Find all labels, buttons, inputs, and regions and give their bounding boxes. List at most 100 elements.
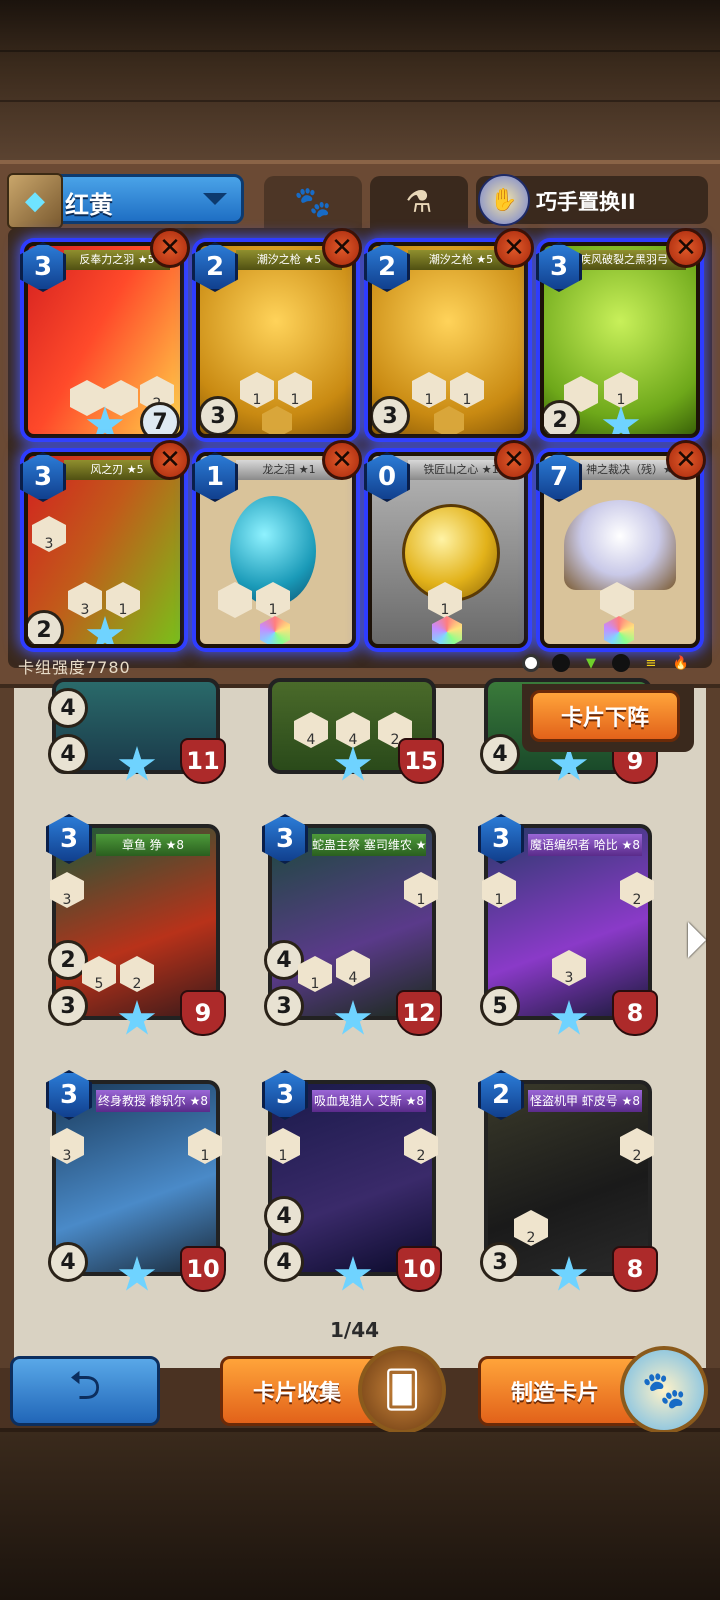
attack-value: 3	[60, 993, 76, 1019]
card-title: 章鱼 狰 ★8	[96, 834, 210, 856]
bottom-wood-frame	[0, 1432, 720, 1600]
chevron-down-icon	[203, 193, 227, 205]
remove-card-button[interactable]: ✕	[322, 440, 362, 480]
stat-value: 1	[494, 892, 504, 908]
stat-value: 1	[424, 392, 434, 408]
remove-card-button[interactable]: ✕	[494, 440, 534, 480]
health-value: 10	[402, 1255, 436, 1283]
close-icon: ✕	[503, 445, 525, 475]
cost-value: 1	[205, 462, 225, 492]
card-pack-icon[interactable]: 🂠	[358, 1346, 446, 1434]
nature-filter-icon[interactable]: ▼	[582, 654, 600, 672]
stat-value: 1	[616, 392, 626, 408]
stat-value: 1	[200, 1148, 210, 1164]
dice-value: 2	[60, 947, 76, 973]
dark-filter-icon[interactable]	[552, 654, 570, 672]
top-wood-frame	[0, 0, 720, 160]
cost-value: 3	[275, 1080, 295, 1110]
stat-value: 2	[632, 892, 642, 908]
lightning-filter-icon[interactable]: ≡	[642, 654, 660, 672]
unload-button-holder: 卡片下阵	[522, 684, 694, 752]
card-title: 魔语编织者 哈比 ★8	[528, 834, 642, 856]
tab-potion[interactable]: ⚗	[370, 176, 468, 228]
cost-value: 2	[205, 252, 225, 282]
attack-value: 4	[492, 741, 508, 767]
back-arrow-icon: ⮌	[68, 1363, 102, 1409]
paw-icon: 🐾	[294, 184, 332, 220]
close-icon: ✕	[159, 233, 181, 263]
stat-value: 1	[118, 602, 128, 618]
deck-name: 红黄	[65, 191, 113, 219]
card-title: 蛇蛊主祭 塞司维农 ★8	[312, 834, 426, 856]
frame-left	[0, 688, 14, 1368]
deck-filter-icons: ▼ ≡ 🔥	[522, 654, 690, 672]
card-title: 怪盗机甲 虾皮号 ★8	[528, 1090, 642, 1112]
attack-value: 4	[60, 1249, 76, 1275]
fire-filter-icon[interactable]: 🔥	[672, 654, 690, 672]
dice-value: 4	[276, 1203, 292, 1229]
tab-beast[interactable]: 🐾	[264, 176, 362, 228]
next-page-arrow-icon[interactable]	[688, 922, 706, 958]
health-value: 12	[402, 999, 436, 1027]
attack-value: 3	[276, 993, 292, 1019]
stat-value: 1	[416, 892, 426, 908]
scales-art	[564, 500, 676, 590]
skill-hand-icon: ✋	[478, 174, 530, 226]
deck-book-icon: ◆	[7, 173, 63, 229]
card-collection-area: 4 4 11 4 4 2 15 4 9 章鱼 狰 ★8 蛇蛊主祭 塞司维农 ★8…	[0, 678, 720, 1368]
deck-selector-dropdown[interactable]: ◆ 红黄	[7, 173, 244, 229]
stat-value: 1	[310, 976, 320, 992]
remove-card-button[interactable]: ✕	[322, 228, 362, 268]
skill-name: 巧手置换II	[536, 190, 636, 214]
close-icon: ✕	[331, 445, 353, 475]
remove-card-button[interactable]: ✕	[150, 440, 190, 480]
cost-value: 3	[59, 1080, 79, 1110]
close-icon: ✕	[159, 445, 181, 475]
stat-value: 1	[440, 602, 450, 618]
back-button[interactable]: ⮌	[10, 1356, 160, 1426]
health-value: 7	[152, 409, 168, 435]
stat-value: 3	[62, 892, 72, 908]
attack-badge: 3	[48, 986, 88, 1026]
page-indicator: 1/44	[330, 1318, 380, 1342]
stat-value: 5	[94, 976, 104, 992]
health-badge: 9	[180, 990, 226, 1036]
stat-value: 3	[80, 602, 90, 618]
attack-badge: 5	[480, 986, 520, 1026]
close-icon: ✕	[675, 233, 697, 263]
stat-value: 3	[62, 1148, 72, 1164]
stat-value: 2	[416, 1148, 426, 1164]
potion-icon: ⚗	[405, 184, 433, 220]
attack-badge: 3	[264, 986, 304, 1026]
stat-value: 2	[132, 976, 142, 992]
cost-value: 3	[33, 252, 53, 282]
craft-card-label: 制造卡片	[511, 1381, 600, 1406]
cost-value: 2	[491, 1080, 511, 1110]
health-value: 8	[626, 999, 644, 1027]
stat-value: 2	[632, 1148, 642, 1164]
attack-badge: 3	[480, 1242, 520, 1282]
neutral-filter-icon[interactable]	[522, 654, 540, 672]
stat-value: 1	[278, 1148, 288, 1164]
remove-card-button[interactable]: ✕	[666, 440, 706, 480]
dark-filter-icon[interactable]	[612, 654, 630, 672]
cost-value: 3	[33, 462, 53, 492]
cost-value: 3	[59, 824, 79, 854]
remove-card-button[interactable]: ✕	[494, 228, 534, 268]
remove-card-button[interactable]: ✕	[150, 228, 190, 268]
attack-badge: 4	[48, 1242, 88, 1282]
attack-badge: 3	[200, 396, 238, 434]
skill-selector[interactable]: ✋ 巧手置换II	[476, 174, 708, 226]
card-collection-label: 卡片收集	[253, 1381, 342, 1406]
stat-value: 1	[462, 392, 472, 408]
craft-jar-icon[interactable]: 🐾	[620, 1346, 708, 1434]
health-badge: 8	[612, 1246, 658, 1292]
attack-value: 3	[492, 1249, 508, 1275]
card-title: 终身教授 穆钒尔 ★8	[96, 1090, 210, 1112]
health-value: 11	[186, 747, 220, 775]
remove-card-button[interactable]: ✕	[666, 228, 706, 268]
health-badge: 10	[180, 1246, 226, 1292]
card-title: 吸血鬼猎人 艾斯 ★8	[312, 1090, 426, 1112]
unload-card-button[interactable]: 卡片下阵	[530, 690, 680, 742]
health-badge: 10	[396, 1246, 442, 1292]
